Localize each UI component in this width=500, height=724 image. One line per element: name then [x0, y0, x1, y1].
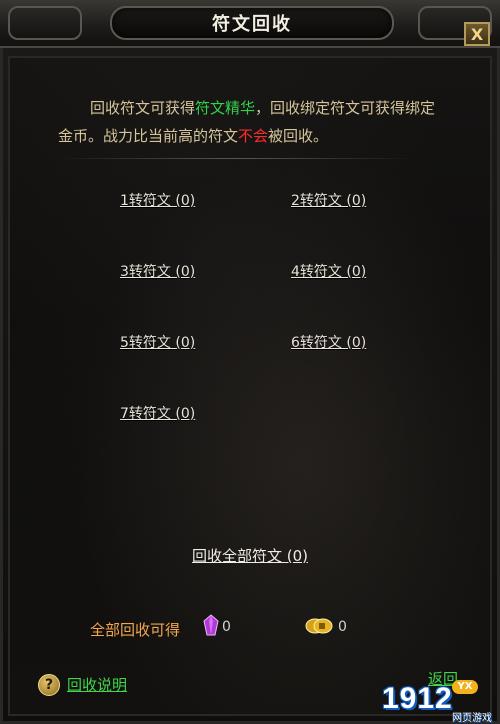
title-bar: 符文回收 [0, 0, 500, 48]
rune-tier-5-link[interactable]: 5转符文 (0) [120, 332, 195, 352]
close-button[interactable]: X [464, 22, 490, 46]
description-text: 回收符文可获得符文精华，回收绑定符文可获得绑定金币。战力比当前高的符文不会被回收… [58, 94, 438, 150]
window-title: 符文回收 [110, 6, 394, 40]
divider [56, 158, 416, 159]
recycle-reward-label: 全部回收可得 [90, 621, 181, 639]
title-decoration-left [8, 6, 82, 40]
description-highlight-rune-essence: 符文精华 [195, 99, 256, 117]
description-highlight-not: 不会 [238, 127, 269, 145]
bound-gold-coin-icon [305, 618, 333, 634]
help-icon[interactable]: ? [38, 674, 60, 696]
content-panel [8, 56, 492, 716]
rune-tier-1-link[interactable]: 1转符文 (0) [120, 190, 195, 210]
rune-essence-crystal-icon [203, 614, 219, 636]
bound-gold-amount: 0 [338, 619, 347, 635]
back-link[interactable]: 返回 [428, 668, 458, 689]
rune-tier-2-link[interactable]: 2转符文 (0) [291, 190, 366, 210]
rune-tier-3-link[interactable]: 3转符文 (0) [120, 261, 195, 281]
recycle-all-button[interactable]: 回收全部符文 (0) [0, 545, 500, 566]
rune-tier-7-link[interactable]: 7转符文 (0) [120, 403, 195, 423]
description-part1: 回收符文可获得 [90, 99, 196, 117]
recycle-help-link[interactable]: 回收说明 [67, 674, 127, 695]
rune-tier-6-link[interactable]: 6转符文 (0) [291, 332, 366, 352]
rune-essence-amount: 0 [222, 619, 231, 635]
description-part3: 被回收。 [268, 127, 329, 145]
rune-tier-4-link[interactable]: 4转符文 (0) [291, 261, 366, 281]
